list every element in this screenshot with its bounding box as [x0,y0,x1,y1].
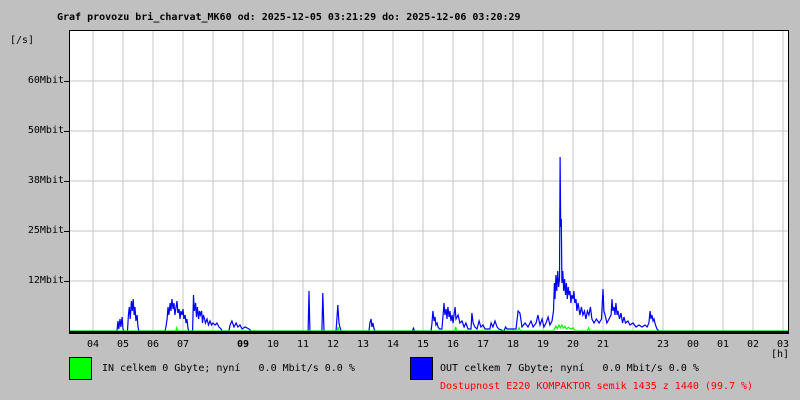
x-tick-label: 21 [596,339,610,350]
legend-in-swatch [69,357,92,380]
x-tick-label: 05 [116,339,130,350]
x-tick-label: 10 [266,339,280,350]
y-axis-unit-label: [/s] [10,35,35,46]
x-tick-label: 04 [86,339,100,350]
legend-in-label: IN celkem 0 Gbyte; nyní 0.0 Mbit/s 0.0 % [102,363,355,374]
x-tick-label: 02 [746,339,760,350]
plot-area [69,30,789,334]
y-tick-label: 38Mbit [27,175,64,186]
x-tick-label: 17 [476,339,490,350]
x-tick-label: 19 [536,339,550,350]
traffic-chart-svg [70,31,788,331]
y-tick-mark [64,131,70,132]
x-tick-label: 01 [716,339,730,350]
x-tick-label: 09 [236,339,250,350]
legend-out-swatch [410,357,433,380]
y-tick-label: 12Mbit [27,275,64,286]
y-tick-mark [64,231,70,232]
x-tick-label: 16 [446,339,460,350]
x-tick-label: 23 [656,339,670,350]
x-tick-label: 18 [506,339,520,350]
traffic-graph-page: Graf provozu bri_charvat_MK60 od: 2025-1… [0,0,800,400]
graph-title: Graf provozu bri_charvat_MK60 od: 2025-1… [57,12,521,23]
x-tick-label: 14 [386,339,400,350]
x-tick-label: 07 [176,339,190,350]
x-tick-label: 15 [416,339,430,350]
x-tick-label: 11 [296,339,310,350]
x-tick-label: 13 [356,339,370,350]
y-tick-mark [64,181,70,182]
x-tick-label: 06 [146,339,160,350]
y-tick-label: 60Mbit [27,75,64,86]
y-tick-label: 50Mbit [27,125,64,136]
out-traffic-trace [70,156,788,331]
x-axis-unit-label: [h] [771,349,790,360]
in-traffic-trace [70,323,788,331]
x-tick-label: 00 [686,339,700,350]
y-tick-mark [64,81,70,82]
y-tick-mark [64,281,70,282]
x-tick-label: 20 [566,339,580,350]
x-tick-label: 12 [326,339,340,350]
legend-out-label: OUT celkem 7 Gbyte; nyní 0.0 Mbit/s 0.0 … [440,363,699,374]
y-tick-label: 25Mbit [27,225,64,236]
availability-status-text: Dostupnost E220 KOMPAKTOR semik 1435 z 1… [440,381,754,392]
